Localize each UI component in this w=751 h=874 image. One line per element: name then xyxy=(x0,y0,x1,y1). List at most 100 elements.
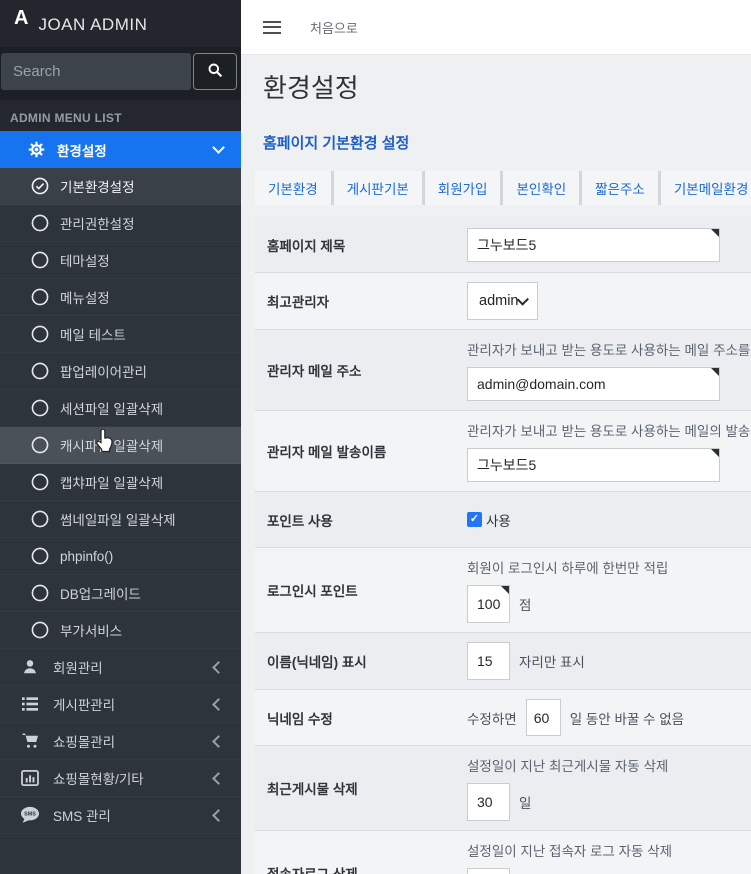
tab-1[interactable]: 기본환경 xyxy=(255,171,331,205)
field-description: 회원이 로그인시 하루에 한번만 적립 xyxy=(467,557,751,577)
field-label: 이름(닉네임) 표시 xyxy=(255,633,467,689)
field-label: 최근게시물 삭제 xyxy=(255,746,467,830)
sidebar-subitem[interactable]: 캐시파일 일괄삭제 xyxy=(0,427,241,464)
use-point-checkbox[interactable] xyxy=(467,512,482,527)
sidebar-item-label: 회원관리 xyxy=(53,657,103,677)
sidebar-subitem-label: 캡챠파일 일괄삭제 xyxy=(60,472,163,492)
sidebar-item-label: SMS 관리 xyxy=(53,805,111,825)
topbar: 처음으로 xyxy=(241,0,751,55)
sidebar-subitem[interactable]: DB업그레이드 xyxy=(0,575,241,612)
circle-icon xyxy=(31,547,49,565)
sidebar-item-label: 쇼핑몰현황/기타 xyxy=(53,768,144,788)
sidebar-item[interactable]: 쇼핑몰관리 xyxy=(0,723,241,760)
sidebar: A JOAN ADMIN ADMIN MENU LIST 환경설정 기본환경설정… xyxy=(0,0,241,874)
sidebar-subitem[interactable]: 관리권한설정 xyxy=(0,205,241,242)
use-point-row: 포인트 사용사용 xyxy=(255,492,751,548)
field-description: 설정일이 지난 접속자 로그 자동 삭제 xyxy=(467,840,751,860)
sidebar-subitem-label: 썸네일파일 일괄삭제 xyxy=(60,509,176,529)
sidebar-subitem[interactable]: 메뉴설정 xyxy=(0,279,241,316)
sms-icon: SMS xyxy=(20,806,40,824)
sidebar-item[interactable]: 회원관리 xyxy=(0,649,241,686)
sidebar-subitem[interactable]: phpinfo() xyxy=(0,538,241,575)
homepage-title-input[interactable] xyxy=(467,228,720,262)
sidebar-item[interactable]: 게시판관리 xyxy=(0,686,241,723)
sidebar-nav: 환경설정 기본환경설정관리권한설정테마설정메뉴설정메일 테스트팝업레이어관리세션… xyxy=(0,131,241,874)
nick-modify-row: 닉네임 수정수정하면일 동안 바꿀 수 없음 xyxy=(255,690,751,746)
field-label: 닉네임 수정 xyxy=(255,690,467,745)
sidebar-subitem[interactable]: 메일 테스트 xyxy=(0,316,241,353)
search-icon xyxy=(207,62,223,81)
sidebar-item-label: 게시판관리 xyxy=(53,694,115,714)
gear-icon xyxy=(27,141,45,158)
nick-modify-input[interactable] xyxy=(526,699,561,736)
field-suffix: 점 xyxy=(519,594,531,614)
sidebar-subitem-label: DB업그레이드 xyxy=(60,583,141,603)
settings-form: 홈페이지 제목최고관리자admin관리자 메일 주소관리자가 보내고 받는 용도… xyxy=(255,217,751,874)
sidebar-main-menu: 회원관리게시판관리쇼핑몰관리쇼핑몰현황/기타 SMS SMS 관리 xyxy=(0,649,241,834)
tab-5[interactable]: 짧은주소 xyxy=(582,171,658,205)
admin-email-row: 관리자 메일 주소관리자가 보내고 받는 용도로 사용하는 메일 주소를 입력합… xyxy=(255,330,751,411)
visitor-log-delete-input[interactable] xyxy=(467,868,510,874)
tab-4[interactable]: 본인확인 xyxy=(503,171,579,205)
sidebar-submenu: 기본환경설정관리권한설정테마설정메뉴설정메일 테스트팝업레이어관리세션파일 일괄… xyxy=(0,168,241,649)
sidebar-item[interactable]: 쇼핑몰현황/기타 xyxy=(0,760,241,797)
sidebar-subitem[interactable]: 부가서비스 xyxy=(0,612,241,649)
sidebar-subitem[interactable]: 팝업레이어관리 xyxy=(0,353,241,390)
sidebar-subitem[interactable]: 세션파일 일괄삭제 xyxy=(0,390,241,427)
name-display-input[interactable] xyxy=(467,642,510,680)
circle-icon xyxy=(31,473,49,491)
admin-email-input[interactable] xyxy=(467,367,720,401)
sidebar-subitem[interactable]: 테마설정 xyxy=(0,242,241,279)
hamburger-icon[interactable] xyxy=(263,21,281,34)
sidebar-subitem-label: 메일 테스트 xyxy=(60,324,126,344)
chevron-left-icon xyxy=(212,735,225,748)
field-label: 홈페이지 제목 xyxy=(255,217,467,272)
circle-icon xyxy=(31,325,49,343)
sidebar-item-config[interactable]: 환경설정 xyxy=(0,131,241,168)
circle-icon xyxy=(31,251,49,269)
recent-post-delete-input[interactable] xyxy=(467,783,510,821)
sidebar-subitem-label: phpinfo() xyxy=(60,549,113,564)
circle-icon xyxy=(31,510,49,528)
chevron-down-icon xyxy=(212,141,225,154)
sidebar-item[interactable]: SMS SMS 관리 xyxy=(0,797,241,834)
app-title: JOAN ADMIN xyxy=(38,15,147,35)
app-logo[interactable]: A JOAN ADMIN xyxy=(0,0,241,47)
chevron-left-icon xyxy=(212,661,225,674)
login-point-row: 로그인시 포인트회원이 로그인시 하루에 한번만 적립점 xyxy=(255,548,751,633)
circle-icon xyxy=(31,214,49,232)
sidebar-subitem-label: 캐시파일 일괄삭제 xyxy=(60,435,163,455)
list-icon xyxy=(20,696,40,712)
svg-text:SMS: SMS xyxy=(24,812,36,818)
admin-email-name-input[interactable] xyxy=(467,448,720,482)
bar-chart-icon xyxy=(20,770,40,786)
homepage-title-row: 홈페이지 제목 xyxy=(255,217,751,273)
sidebar-subitem-label: 팝업레이어관리 xyxy=(60,361,147,381)
super-admin-select[interactable]: admin xyxy=(467,282,538,320)
circle-icon xyxy=(31,399,49,417)
chevron-left-icon xyxy=(212,809,225,822)
home-link[interactable]: 처음으로 xyxy=(310,18,358,37)
tab-bar: 기본환경게시판기본회원가입본인확인짧은주소기본메일환경글작성메일 xyxy=(255,171,751,205)
check-circle-icon xyxy=(31,177,49,195)
tab-3[interactable]: 회원가입 xyxy=(425,171,501,205)
sidebar-subitem-label: 부가서비스 xyxy=(60,620,122,640)
page-title: 환경설정 xyxy=(263,71,751,105)
chevron-left-icon xyxy=(212,772,225,785)
field-label: 관리자 메일 발송이름 xyxy=(255,411,467,491)
login-point-input[interactable] xyxy=(467,585,510,623)
sidebar-item-label: 쇼핑몰관리 xyxy=(53,731,115,751)
section-title: 홈페이지 기본환경 설정 xyxy=(263,134,751,154)
search-input[interactable] xyxy=(1,53,191,90)
search-button[interactable] xyxy=(193,53,237,90)
sidebar-subitem[interactable]: 기본환경설정 xyxy=(0,168,241,205)
sidebar-subitem[interactable]: 썸네일파일 일괄삭제 xyxy=(0,501,241,538)
tab-2[interactable]: 게시판기본 xyxy=(334,171,422,205)
tab-6[interactable]: 기본메일환경 xyxy=(661,171,751,205)
cart-icon xyxy=(20,732,40,750)
admin-email-name-row: 관리자 메일 발송이름관리자가 보내고 받는 용도로 사용하는 메일의 발송이름 xyxy=(255,411,751,492)
super-admin-row: 최고관리자admin xyxy=(255,273,751,330)
field-label: 최고관리자 xyxy=(255,273,467,329)
field-label: 접속자로그 삭제 xyxy=(255,831,467,874)
sidebar-subitem[interactable]: 캡챠파일 일괄삭제 xyxy=(0,464,241,501)
